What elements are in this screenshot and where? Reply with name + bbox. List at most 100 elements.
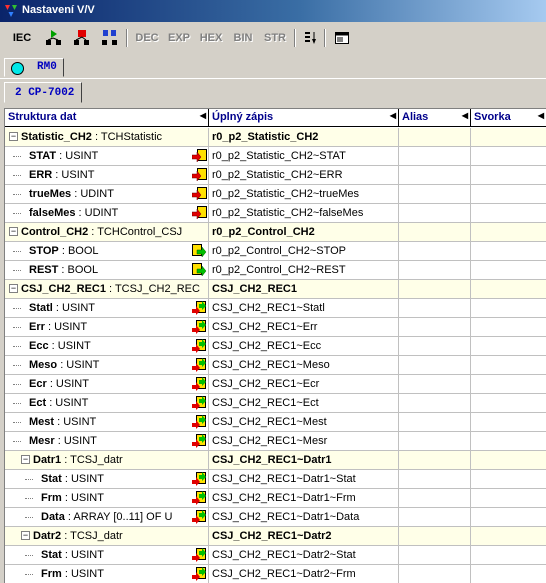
terminal-cell[interactable] xyxy=(471,147,546,166)
terminal-cell[interactable] xyxy=(471,223,546,242)
terminal-cell[interactable] xyxy=(471,565,546,583)
terminal-cell[interactable] xyxy=(471,299,546,318)
alias-cell[interactable] xyxy=(399,280,471,299)
alias-cell[interactable] xyxy=(399,356,471,375)
terminal-cell[interactable] xyxy=(471,508,546,527)
terminal-cell[interactable] xyxy=(471,451,546,470)
tab-station[interactable]: RM0 xyxy=(4,58,64,77)
collapse-icon[interactable]: − xyxy=(9,132,18,141)
terminal-cell[interactable] xyxy=(471,318,546,337)
tree-leaf-row[interactable]: ERR : USINT r0_p2_Statistic_CH2~ERR xyxy=(5,166,546,185)
terminal-cell[interactable] xyxy=(471,185,546,204)
terminal-cell[interactable] xyxy=(471,546,546,565)
tree-leaf-row[interactable]: Mesr : USINT CSJ_CH2_REC1~Mesr xyxy=(5,432,546,451)
variable-identifier: REST xyxy=(29,264,59,276)
alias-cell[interactable] xyxy=(399,432,471,451)
exp-button[interactable]: EXP xyxy=(164,27,194,49)
alias-cell[interactable] xyxy=(399,147,471,166)
tree-leaf-row[interactable]: Statl : USINT CSJ_CH2_REC1~Statl xyxy=(5,299,546,318)
variable-name: REST : BOOL xyxy=(29,264,98,276)
collapse-icon[interactable]: − xyxy=(21,455,30,464)
dec-button[interactable]: DEC xyxy=(132,27,162,49)
alias-cell[interactable] xyxy=(399,185,471,204)
tree-leaf-row[interactable]: Mest : USINT CSJ_CH2_REC1~Mest xyxy=(5,413,546,432)
column-header-full[interactable]: Úplný zápis ◀ xyxy=(209,109,399,127)
resize-arrow-icon: ◀ xyxy=(537,111,544,120)
alias-cell[interactable] xyxy=(399,128,471,147)
iec-button[interactable]: IEC xyxy=(8,27,36,49)
tree-leaf-row[interactable]: Data : ARRAY [0..11] OF U CSJ_CH2_REC1~Da… xyxy=(5,508,546,527)
window-icon[interactable] xyxy=(330,27,354,49)
full-name-cell: CSJ_CH2_REC1~Ect xyxy=(209,394,399,413)
terminal-cell[interactable] xyxy=(471,128,546,147)
terminal-cell[interactable] xyxy=(471,280,546,299)
terminal-cell[interactable] xyxy=(471,413,546,432)
terminal-cell[interactable] xyxy=(471,356,546,375)
alias-cell[interactable] xyxy=(399,375,471,394)
tree-leaf-row[interactable]: Meso : USINT CSJ_CH2_REC1~Meso xyxy=(5,356,546,375)
tree-leaf-row[interactable]: Stat : USINT CSJ_CH2_REC1~Datr2~Stat xyxy=(5,546,546,565)
tree-leaf-row[interactable]: Ecr : USINT CSJ_CH2_REC1~Ecr xyxy=(5,375,546,394)
tree-leaf-row[interactable]: STAT : USINT r0_p2_Statistic_CH2~STAT xyxy=(5,147,546,166)
terminal-cell[interactable] xyxy=(471,166,546,185)
alias-cell[interactable] xyxy=(399,413,471,432)
tree-group-row[interactable]: − Datr1 : TCSJ_datr CSJ_CH2_REC1~Datr1 xyxy=(5,451,546,470)
tree-group-row[interactable]: − Statistic_CH2 : TCHStatistic r0_p2_Stati… xyxy=(5,128,546,147)
column-header-alias[interactable]: Alias ◀ xyxy=(399,109,471,127)
structure-tree-icon[interactable] xyxy=(98,27,122,49)
terminal-cell[interactable] xyxy=(471,375,546,394)
alias-cell[interactable] xyxy=(399,508,471,527)
terminal-cell[interactable] xyxy=(471,394,546,413)
hex-button[interactable]: HEX xyxy=(196,27,226,49)
tree-leaf-row[interactable]: Ect : USINT CSJ_CH2_REC1~Ect xyxy=(5,394,546,413)
alias-cell[interactable] xyxy=(399,546,471,565)
tree-group-row[interactable]: − Control_CH2 : TCHControl_CSJ r0_p2_Contr… xyxy=(5,223,546,242)
alias-cell[interactable] xyxy=(399,451,471,470)
tree-leaf-row[interactable]: trueMes : UDINT r0_p2_Statistic_CH2~trueM… xyxy=(5,185,546,204)
alias-cell[interactable] xyxy=(399,299,471,318)
tab-module[interactable]: 2 CP-7002 xyxy=(4,82,82,103)
alias-cell[interactable] xyxy=(399,337,471,356)
tree-leaf-row[interactable]: Stat : USINT CSJ_CH2_REC1~Datr1~Stat xyxy=(5,470,546,489)
alias-cell[interactable] xyxy=(399,261,471,280)
column-header-structure[interactable]: Struktura dat ◀ xyxy=(5,109,209,127)
terminal-cell[interactable] xyxy=(471,337,546,356)
run-tree-icon[interactable] xyxy=(42,27,66,49)
alias-cell[interactable] xyxy=(399,223,471,242)
alias-cell[interactable] xyxy=(399,242,471,261)
terminal-cell[interactable] xyxy=(471,242,546,261)
tree-leaf-row[interactable]: Err : USINT CSJ_CH2_REC1~Err xyxy=(5,318,546,337)
tree-leaf-row[interactable]: Frm : USINT CSJ_CH2_REC1~Datr2~Frm xyxy=(5,565,546,583)
tree-leaf-row[interactable]: falseMes : UDINT r0_p2_Statistic_CH2~fals… xyxy=(5,204,546,223)
tree-group-row[interactable]: − Datr2 : TCSJ_datr CSJ_CH2_REC1~Datr2 xyxy=(5,527,546,546)
alias-cell[interactable] xyxy=(399,204,471,223)
variable-type: : USINT xyxy=(64,549,104,561)
terminal-cell[interactable] xyxy=(471,527,546,546)
terminal-cell[interactable] xyxy=(471,470,546,489)
tree-leaf-row[interactable]: Ecc : USINT CSJ_CH2_REC1~Ecc xyxy=(5,337,546,356)
stop-tree-icon[interactable] xyxy=(70,27,94,49)
alias-cell[interactable] xyxy=(399,489,471,508)
alias-cell[interactable] xyxy=(399,470,471,489)
str-button[interactable]: STR xyxy=(260,27,290,49)
terminal-cell[interactable] xyxy=(471,489,546,508)
tree-group-row[interactable]: − CSJ_CH2_REC1 : TCSJ_CH2_REC CSJ_CH2_REC1 xyxy=(5,280,546,299)
alias-cell[interactable] xyxy=(399,527,471,546)
collapse-icon[interactable]: − xyxy=(9,284,18,293)
tree-leaf-row[interactable]: STOP : BOOL r0_p2_Control_CH2~STOP xyxy=(5,242,546,261)
collapse-icon[interactable]: − xyxy=(9,227,18,236)
alias-cell[interactable] xyxy=(399,166,471,185)
alias-cell[interactable] xyxy=(399,318,471,337)
variable-identifier: Mest xyxy=(29,416,55,428)
terminal-cell[interactable] xyxy=(471,432,546,451)
bin-button[interactable]: BIN xyxy=(228,27,258,49)
terminal-cell[interactable] xyxy=(471,204,546,223)
collapse-icon[interactable]: − xyxy=(21,531,30,540)
alias-cell[interactable] xyxy=(399,565,471,583)
tree-leaf-row[interactable]: REST : BOOL r0_p2_Control_CH2~REST xyxy=(5,261,546,280)
tree-leaf-row[interactable]: Frm : USINT CSJ_CH2_REC1~Datr1~Frm xyxy=(5,489,546,508)
terminal-cell[interactable] xyxy=(471,261,546,280)
column-header-terminal[interactable]: Svorka ◀ xyxy=(471,109,546,127)
alias-cell[interactable] xyxy=(399,394,471,413)
sort-icon[interactable] xyxy=(298,27,322,49)
